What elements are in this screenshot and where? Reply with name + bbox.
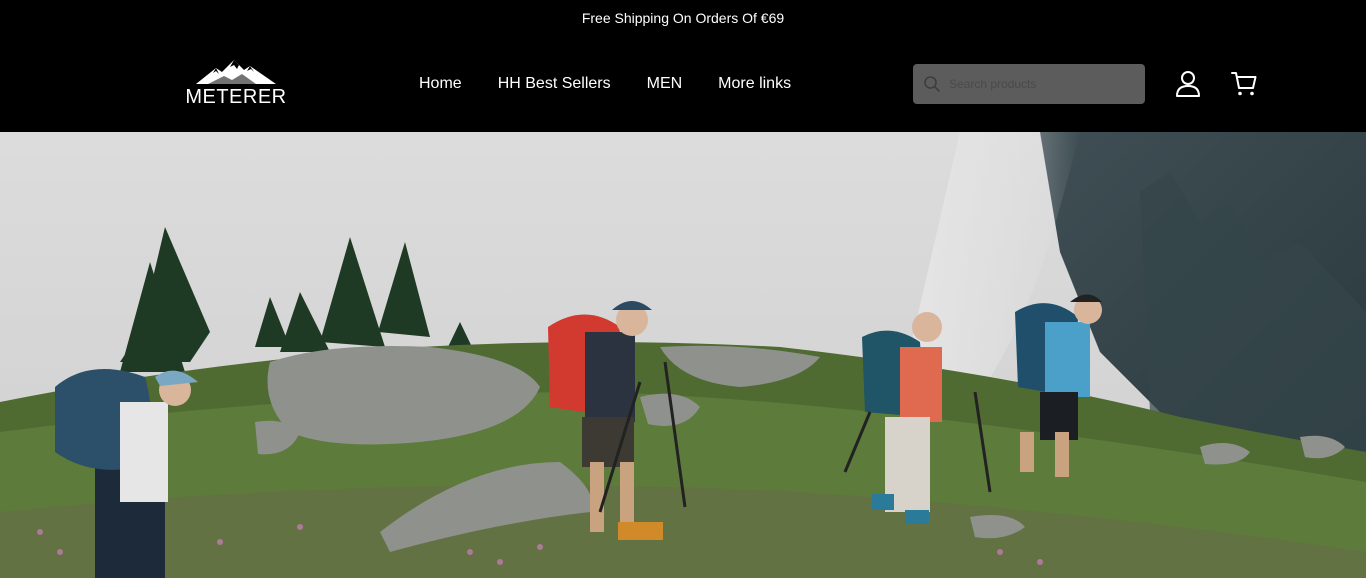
search-box[interactable]: [913, 64, 1145, 104]
nav-item-more-links[interactable]: More links: [718, 75, 791, 93]
mountain-logo-icon: [196, 60, 276, 84]
hero-banner[interactable]: [0, 132, 1366, 578]
user-icon: [1176, 71, 1200, 97]
nav-item-home[interactable]: Home: [419, 75, 462, 93]
nav-item-men[interactable]: MEN: [647, 75, 683, 93]
search-input[interactable]: [949, 77, 1129, 91]
search-icon[interactable]: [923, 75, 941, 93]
nav-item-hh-best-sellers[interactable]: HH Best Sellers: [498, 75, 611, 93]
cart-button[interactable]: [1230, 70, 1258, 98]
mountain-hikers-photo: [0, 132, 1366, 578]
site-header: METERER Home HH Best Sellers MEN More li…: [0, 36, 1366, 132]
cart-icon: [1231, 72, 1257, 96]
main-nav: Home HH Best Sellers MEN More links: [419, 72, 791, 96]
announcement-text: Free Shipping On Orders Of €69: [581, 10, 785, 26]
logo-text: METERER: [185, 86, 287, 108]
logo[interactable]: METERER: [182, 58, 290, 110]
account-button[interactable]: [1174, 70, 1202, 98]
announcement-bar: Free Shipping On Orders Of €69: [0, 0, 1366, 36]
